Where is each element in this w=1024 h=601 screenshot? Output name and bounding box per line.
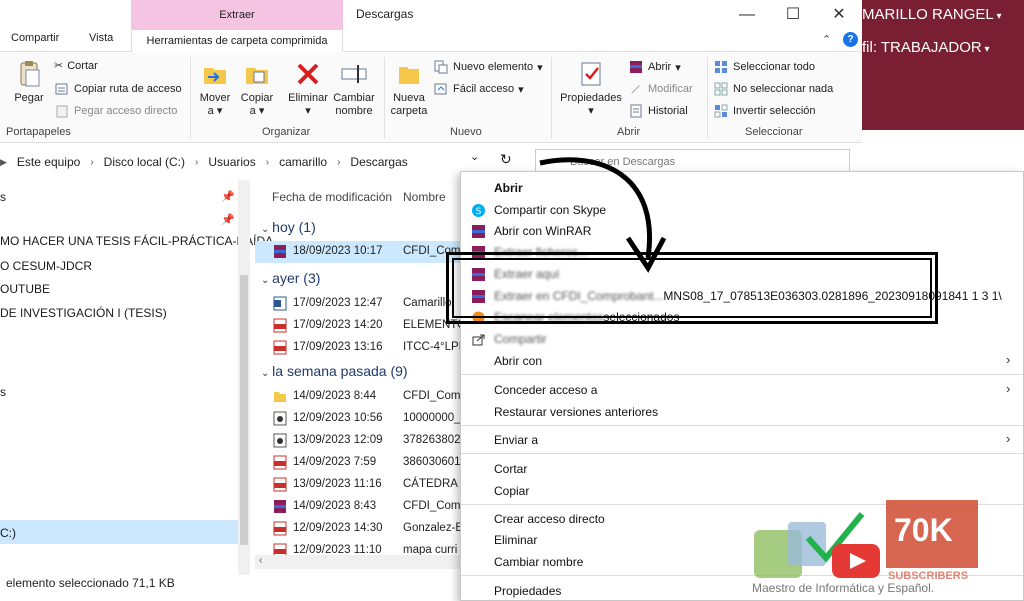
subscriber-count: 70K xyxy=(894,512,953,548)
channel-watermark: 70K SUBSCRIBERS Maestro de Informática y… xyxy=(750,498,980,598)
channel-name: Maestro de Informática y Español. xyxy=(752,581,935,595)
